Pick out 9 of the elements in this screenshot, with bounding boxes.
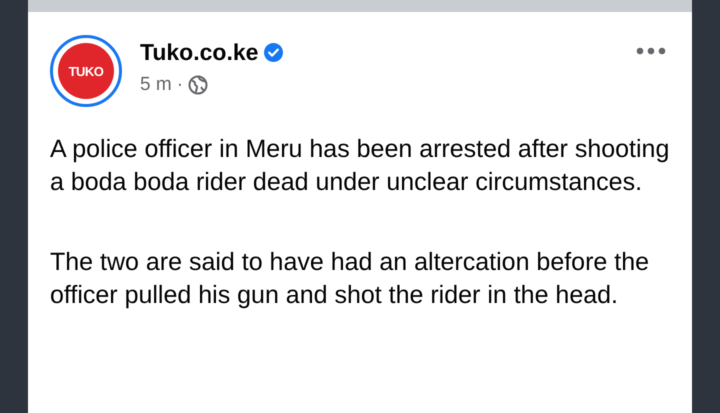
globe-icon bbox=[188, 75, 208, 95]
author-name[interactable]: Tuko.co.ke bbox=[140, 39, 258, 66]
post-paragraph: A police officer in Meru has been arrested after shooting a boda boda rider dead under unclear circumstances. bbox=[50, 134, 670, 198]
more-options-icon[interactable] bbox=[636, 47, 666, 55]
page-avatar[interactable]: TUKO bbox=[50, 35, 122, 107]
avatar-logo-text: TUKO bbox=[58, 43, 114, 99]
post-paragraph: The two are said to have had an altercation before the officer pulled his gun and shot the rider in the head. bbox=[50, 247, 650, 311]
post-time[interactable]: 5 m bbox=[140, 74, 172, 96]
separator-dot: · bbox=[176, 74, 184, 96]
